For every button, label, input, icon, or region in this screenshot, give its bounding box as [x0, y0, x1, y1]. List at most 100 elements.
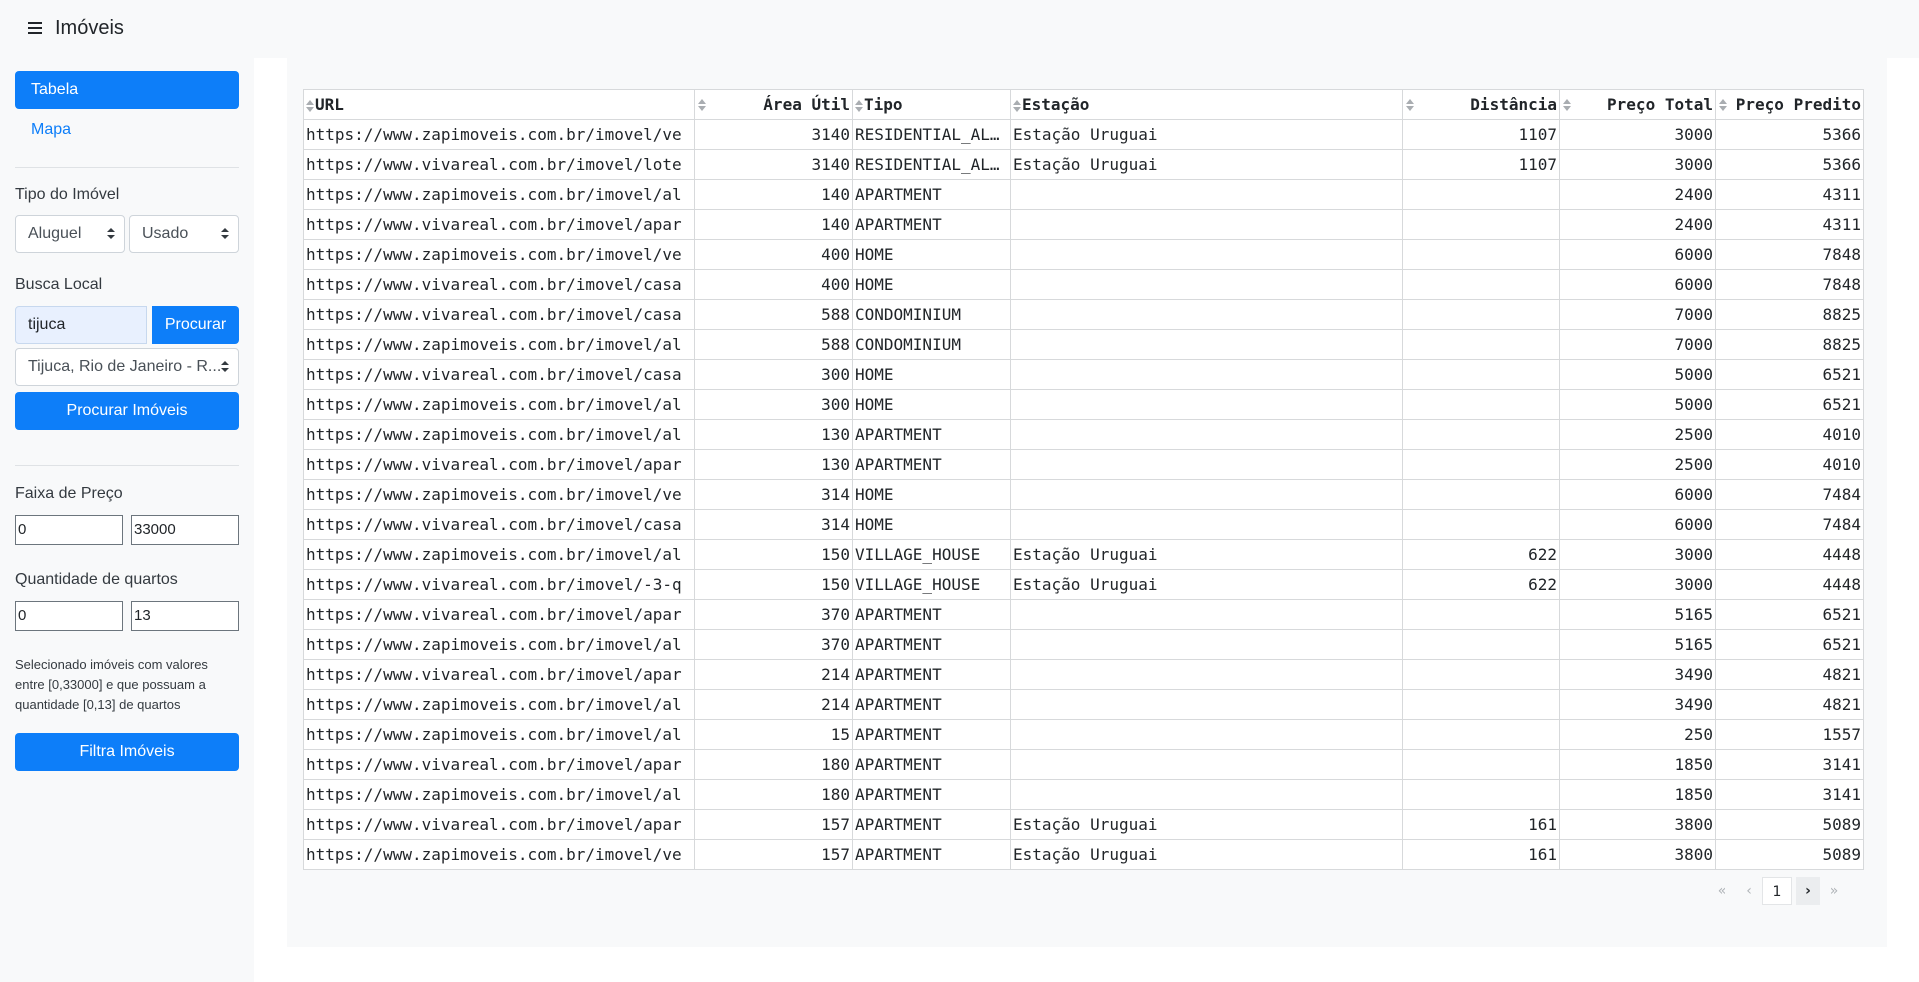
filter-button[interactable]: Filtra Imóveis [15, 733, 239, 771]
column-header-url[interactable]: URL [303, 89, 695, 120]
cell-area: 157 [694, 839, 853, 870]
sort-icon[interactable] [855, 99, 864, 112]
sort-icon[interactable] [1013, 99, 1022, 112]
current-page[interactable]: 1 [1762, 877, 1792, 905]
cell-url[interactable]: https://www.zapimoveis.com.br/imovel/al [303, 179, 695, 210]
cell-url[interactable]: https://www.vivareal.com.br/imovel/apar [303, 599, 695, 630]
table-row[interactable]: https://www.zapimoveis.com.br/imovel/al 1… [303, 719, 1864, 750]
table-row[interactable]: https://www.zapimoveis.com.br/imovel/al 1… [303, 779, 1864, 810]
cell-estacao [1010, 629, 1403, 660]
column-header-preco-total[interactable]: Preço Total [1559, 89, 1716, 120]
cell-url[interactable]: https://www.vivareal.com.br/imovel/apar [303, 809, 695, 840]
table-row[interactable]: https://www.vivareal.com.br/imovel/casa 4… [303, 269, 1864, 300]
cell-preco-total: 7000 [1559, 299, 1716, 330]
cell-tipo: APARTMENT [852, 809, 1011, 840]
cell-preco-predito: 5366 [1715, 149, 1864, 180]
column-header-preco-predito[interactable]: Preço Predito [1715, 89, 1864, 120]
price-min-input[interactable]: 0 [15, 515, 123, 545]
table-row[interactable]: https://www.vivareal.com.br/imovel/-3-q 1… [303, 569, 1864, 600]
cell-estacao [1010, 749, 1403, 780]
cell-tipo: APARTMENT [852, 629, 1011, 660]
table-row[interactable]: https://www.vivareal.com.br/imovel/apar 3… [303, 599, 1864, 630]
nav-mapa[interactable]: Mapa [31, 121, 71, 139]
cell-url[interactable]: https://www.zapimoveis.com.br/imovel/al [303, 779, 695, 810]
table-row[interactable]: https://www.vivareal.com.br/imovel/apar 1… [303, 209, 1864, 240]
column-header-tipo[interactable]: Tipo [852, 89, 1011, 120]
table-row[interactable]: https://www.zapimoveis.com.br/imovel/al 1… [303, 179, 1864, 210]
sort-icon[interactable] [1406, 99, 1415, 111]
cell-url[interactable]: https://www.vivareal.com.br/imovel/-3-q [303, 569, 695, 600]
cell-preco-total: 5165 [1559, 599, 1716, 630]
cell-url[interactable]: https://www.vivareal.com.br/imovel/lote [303, 149, 695, 180]
cell-url[interactable]: https://www.vivareal.com.br/imovel/apar [303, 449, 695, 480]
menu-icon[interactable] [28, 22, 42, 34]
table-row[interactable]: https://www.vivareal.com.br/imovel/apar 2… [303, 659, 1864, 690]
nav-tabela[interactable]: Tabela [15, 71, 239, 109]
table-row[interactable]: https://www.zapimoveis.com.br/imovel/al 3… [303, 629, 1864, 660]
table-row[interactable]: https://www.vivareal.com.br/imovel/apar 1… [303, 749, 1864, 780]
rooms-max-input[interactable]: 13 [131, 601, 239, 631]
deal-type-select[interactable]: Aluguel [15, 215, 125, 253]
table-row[interactable]: https://www.vivareal.com.br/imovel/casa 5… [303, 299, 1864, 330]
table-row[interactable]: https://www.zapimoveis.com.br/imovel/ve 1… [303, 839, 1864, 870]
cell-url[interactable]: https://www.zapimoveis.com.br/imovel/ve [303, 479, 695, 510]
cell-url[interactable]: https://www.vivareal.com.br/imovel/casa [303, 269, 695, 300]
search-properties-button[interactable]: Procurar Imóveis [15, 392, 239, 430]
cell-url[interactable]: https://www.vivareal.com.br/imovel/casa [303, 509, 695, 540]
column-header-distancia[interactable]: Distância [1402, 89, 1560, 120]
cell-url[interactable]: https://www.vivareal.com.br/imovel/apar [303, 659, 695, 690]
cell-tipo: VILLAGE_HOUSE [852, 569, 1011, 600]
table-row[interactable]: https://www.zapimoveis.com.br/imovel/ve 3… [303, 119, 1864, 150]
table-row[interactable]: https://www.zapimoveis.com.br/imovel/ve 3… [303, 479, 1864, 510]
cell-url[interactable]: https://www.vivareal.com.br/imovel/casa [303, 359, 695, 390]
cell-estacao [1010, 719, 1403, 750]
cell-url[interactable]: https://www.vivareal.com.br/imovel/casa [303, 299, 695, 330]
table-row[interactable]: https://www.zapimoveis.com.br/imovel/al 1… [303, 539, 1864, 570]
sort-icon[interactable] [1719, 99, 1728, 111]
cell-estacao [1010, 509, 1403, 540]
next-page-button[interactable]: › [1796, 877, 1820, 905]
cell-url[interactable]: https://www.zapimoveis.com.br/imovel/ve [303, 839, 695, 870]
cell-url[interactable]: https://www.vivareal.com.br/imovel/apar [303, 749, 695, 780]
condition-select[interactable]: Usado [129, 215, 239, 253]
column-header-estacao[interactable]: Estação [1010, 89, 1403, 120]
table-row[interactable]: https://www.vivareal.com.br/imovel/casa 3… [303, 359, 1864, 390]
cell-preco-total: 1850 [1559, 779, 1716, 810]
cell-url[interactable]: https://www.zapimoveis.com.br/imovel/al [303, 389, 695, 420]
cell-url[interactable]: https://www.zapimoveis.com.br/imovel/al [303, 689, 695, 720]
table-row[interactable]: https://www.vivareal.com.br/imovel/lote 3… [303, 149, 1864, 180]
last-page-button[interactable]: » [1824, 877, 1844, 905]
cell-url[interactable]: https://www.zapimoveis.com.br/imovel/al [303, 539, 695, 570]
table-row[interactable]: https://www.vivareal.com.br/imovel/casa 3… [303, 509, 1864, 540]
table-row[interactable]: https://www.vivareal.com.br/imovel/apar 1… [303, 809, 1864, 840]
cell-url[interactable]: https://www.zapimoveis.com.br/imovel/ve [303, 239, 695, 270]
cell-area: 130 [694, 419, 853, 450]
cell-area: 180 [694, 779, 853, 810]
cell-url[interactable]: https://www.zapimoveis.com.br/imovel/al [303, 629, 695, 660]
table-row[interactable]: https://www.zapimoveis.com.br/imovel/al 2… [303, 689, 1864, 720]
cell-preco-predito: 4448 [1715, 569, 1864, 600]
cell-url[interactable]: https://www.zapimoveis.com.br/imovel/al [303, 329, 695, 360]
cell-url[interactable]: https://www.vivareal.com.br/imovel/apar [303, 209, 695, 240]
column-header-area[interactable]: Área Útil [694, 89, 853, 120]
sort-icon[interactable] [1563, 99, 1572, 111]
rooms-min-input[interactable]: 0 [15, 601, 123, 631]
table-row[interactable]: https://www.vivareal.com.br/imovel/apar 1… [303, 449, 1864, 480]
cell-area: 130 [694, 449, 853, 480]
location-select[interactable]: Tijuca, Rio de Janeiro - R... [15, 348, 239, 386]
search-button[interactable]: Procurar [152, 306, 239, 344]
cell-url[interactable]: https://www.zapimoveis.com.br/imovel/al [303, 419, 695, 450]
table-row[interactable]: https://www.zapimoveis.com.br/imovel/al 1… [303, 419, 1864, 450]
price-max-input[interactable]: 33000 [131, 515, 239, 545]
sort-icon[interactable] [306, 99, 315, 112]
cell-url[interactable]: https://www.zapimoveis.com.br/imovel/al [303, 719, 695, 750]
table-row[interactable]: https://www.zapimoveis.com.br/imovel/ve 4… [303, 239, 1864, 270]
table-row[interactable]: https://www.zapimoveis.com.br/imovel/al 3… [303, 389, 1864, 420]
prev-page-button[interactable]: ‹ [1742, 877, 1756, 905]
table-row[interactable]: https://www.zapimoveis.com.br/imovel/al 5… [303, 329, 1864, 360]
cell-tipo: HOME [852, 479, 1011, 510]
local-search-input[interactable]: tijuca [15, 306, 147, 344]
sort-icon[interactable] [698, 99, 707, 111]
cell-url[interactable]: https://www.zapimoveis.com.br/imovel/ve [303, 119, 695, 150]
first-page-button[interactable]: « [1712, 877, 1732, 905]
